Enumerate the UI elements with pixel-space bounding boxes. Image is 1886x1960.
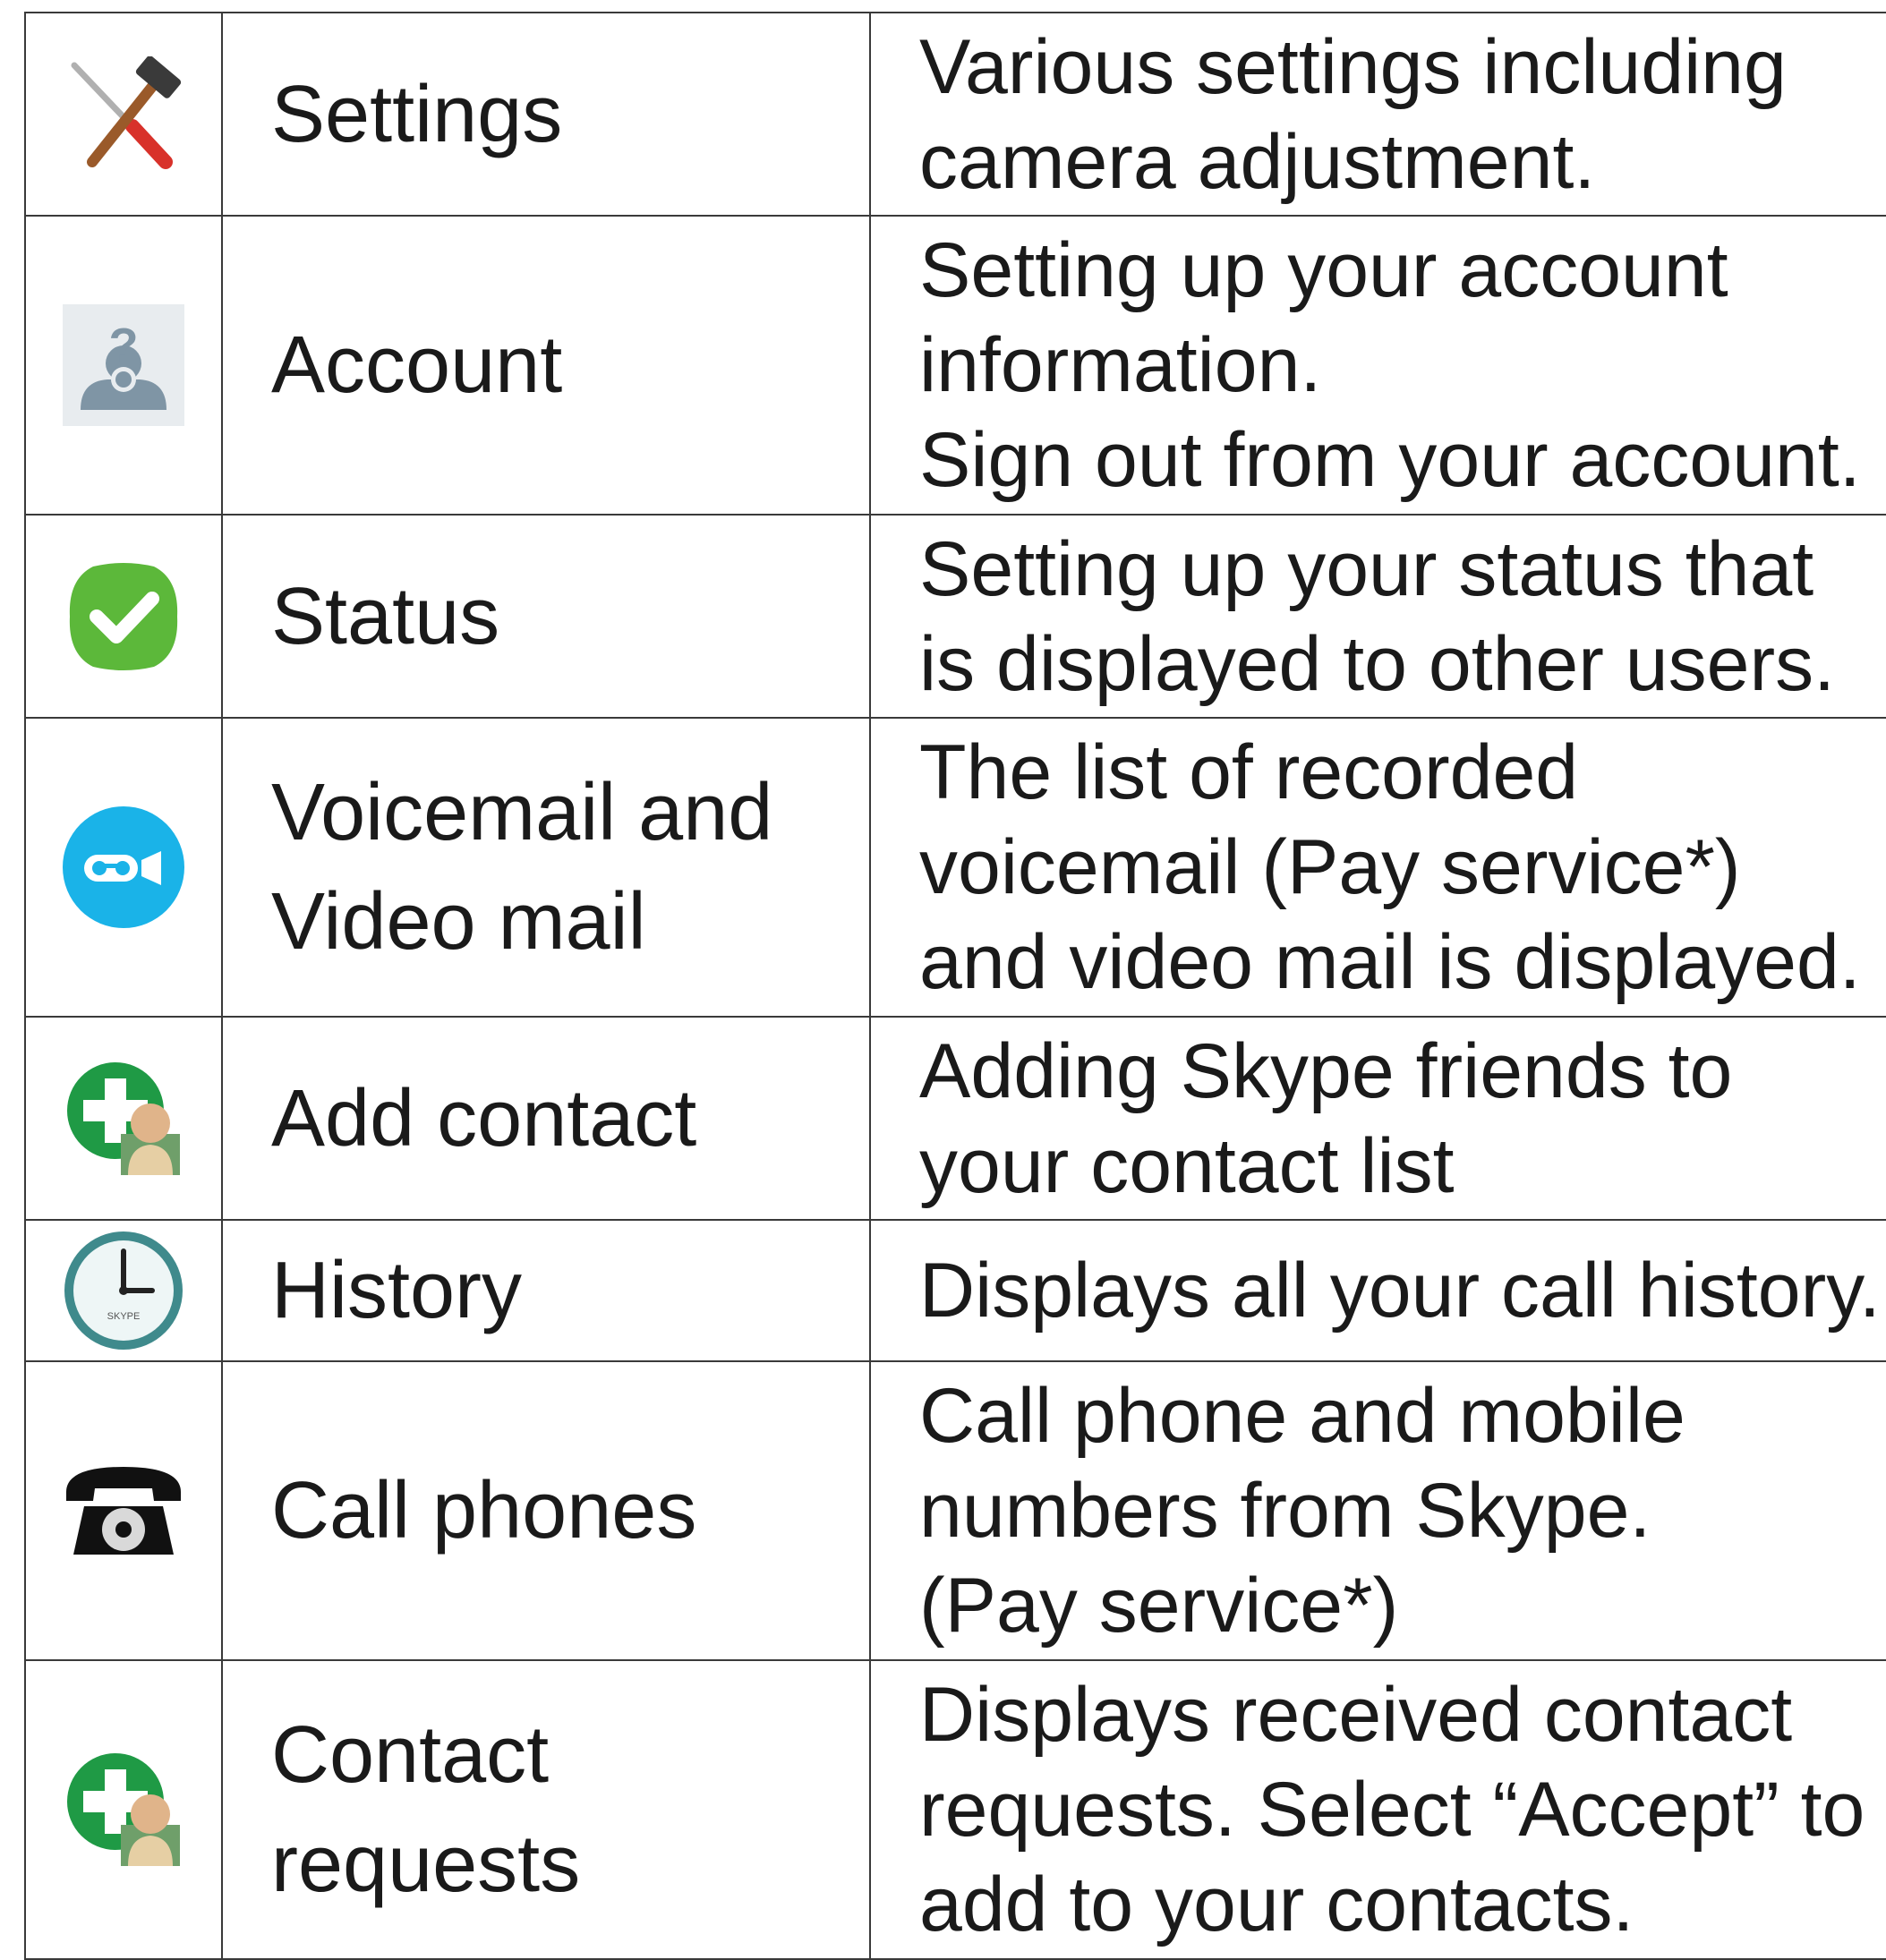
icon-cell bbox=[24, 1659, 223, 1960]
menu-name-cell: History bbox=[221, 1219, 871, 1362]
menu-name: Settings bbox=[271, 69, 563, 159]
menu-name: Account bbox=[271, 320, 563, 410]
description-line: requests. Select “Accept” to bbox=[919, 1767, 1865, 1853]
menu-name: Status bbox=[271, 571, 500, 661]
description-cell: Various settings including camera adjust… bbox=[869, 12, 1886, 217]
description-line: is displayed to other users. bbox=[919, 620, 1835, 707]
description-line: Call phone and mobile bbox=[919, 1373, 1685, 1459]
account-user-icon: ? bbox=[63, 304, 184, 426]
icon-cell bbox=[24, 717, 223, 1018]
svg-text:?: ? bbox=[109, 319, 139, 372]
description-line: The list of recorded bbox=[919, 729, 1579, 815]
description-line: (Pay service*) bbox=[919, 1563, 1399, 1649]
description-line: Setting up your account bbox=[919, 227, 1728, 313]
icon-cell bbox=[24, 514, 223, 719]
description-line: Displays received contact bbox=[919, 1672, 1793, 1758]
settings-tools-icon bbox=[65, 55, 182, 173]
icon-cell bbox=[24, 1360, 223, 1661]
add-contact-icon bbox=[65, 1061, 182, 1177]
table-row-history: SKYPE History Displays all your call his… bbox=[24, 1219, 1886, 1362]
menu-description-table: Settings Various settings including came… bbox=[24, 12, 1886, 1960]
table-row-call-phones: Call phones Call phone and mobile number… bbox=[24, 1360, 1886, 1661]
menu-name: Voicemail and bbox=[271, 768, 773, 857]
description-cell: Call phone and mobile numbers from Skype… bbox=[869, 1360, 1886, 1661]
contact-requests-icon bbox=[65, 1751, 182, 1868]
menu-name: Video mail bbox=[271, 877, 646, 967]
menu-name-cell: Settings bbox=[221, 12, 871, 217]
icon-cell: SKYPE bbox=[24, 1219, 223, 1362]
description-line: information. bbox=[919, 322, 1322, 408]
description-line: numbers from Skype. bbox=[919, 1468, 1651, 1554]
description-cell: Setting up your status that is displayed… bbox=[869, 514, 1886, 719]
description-cell: Setting up your account information. Sig… bbox=[869, 215, 1886, 516]
table-row-voicemail: Voicemail and Video mail The list of rec… bbox=[24, 717, 1886, 1018]
menu-name-cell: Status bbox=[221, 514, 871, 719]
description-line: Setting up your status that bbox=[919, 525, 1814, 612]
description-cell: Adding Skype friends to your contact lis… bbox=[869, 1016, 1886, 1221]
menu-name: Add contact bbox=[271, 1073, 697, 1163]
description-cell: Displays all your call history. bbox=[869, 1219, 1886, 1362]
table-row-settings: Settings Various settings including came… bbox=[24, 12, 1886, 217]
voicemail-video-icon bbox=[63, 806, 184, 928]
description-line: add to your contacts. bbox=[919, 1862, 1634, 1947]
menu-name: requests bbox=[271, 1819, 581, 1909]
history-clock-icon: SKYPE bbox=[63, 1230, 184, 1351]
table-row-account: ? Account Setting up your account inform… bbox=[24, 215, 1886, 516]
status-check-icon bbox=[66, 559, 181, 674]
menu-name-cell: Add contact bbox=[221, 1016, 871, 1221]
description-line: Various settings including bbox=[919, 23, 1787, 110]
table-row-add-contact: Add contact Adding Skype friends to your… bbox=[24, 1016, 1886, 1221]
icon-cell bbox=[24, 1016, 223, 1221]
menu-name: Call phones bbox=[271, 1466, 697, 1555]
icon-cell: ? bbox=[24, 215, 223, 516]
table-row-status: Status Setting up your status that is di… bbox=[24, 514, 1886, 719]
description-cell: The list of recorded voicemail (Pay serv… bbox=[869, 717, 1886, 1018]
description-line: Sign out from your account. bbox=[919, 417, 1861, 503]
description-line: voicemail (Pay service*) bbox=[919, 824, 1741, 910]
description-line: your contact list bbox=[919, 1122, 1455, 1209]
telephone-icon bbox=[63, 1461, 184, 1560]
menu-name-cell: Voicemail and Video mail bbox=[221, 717, 871, 1018]
menu-name-cell: Contact requests bbox=[221, 1659, 871, 1960]
menu-name-cell: Call phones bbox=[221, 1360, 871, 1661]
description-line: Adding Skype friends to bbox=[919, 1027, 1733, 1114]
clock-label: SKYPE bbox=[107, 1311, 141, 1322]
icon-cell bbox=[24, 12, 223, 217]
menu-name: History bbox=[271, 1246, 523, 1335]
description-line: Displays all your call history. bbox=[919, 1248, 1881, 1334]
description-cell: Displays received contact requests. Sele… bbox=[869, 1659, 1886, 1960]
menu-name: Contact bbox=[271, 1710, 550, 1800]
description-line: camera adjustment. bbox=[919, 118, 1596, 205]
menu-name-cell: Account bbox=[221, 215, 871, 516]
table-row-contact-requests: Contact requests Displays received conta… bbox=[24, 1659, 1886, 1960]
description-line: and video mail is displayed. bbox=[919, 919, 1861, 1005]
